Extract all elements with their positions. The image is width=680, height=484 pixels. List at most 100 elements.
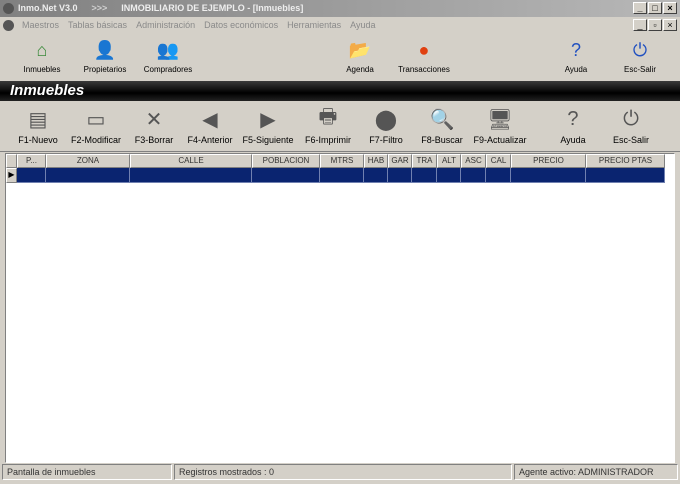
iconbar-propietarios-button[interactable]: 👤 Propietarios [83,38,127,75]
iconbar-esc-salir-button[interactable]: ⏻ Esc-Salir [623,38,657,75]
table-cell[interactable] [17,168,46,183]
table-cell[interactable] [252,168,320,183]
owner-icon: 👤 [93,39,117,60]
toolbar-label: F7-Filtro [369,135,403,145]
close-button[interactable]: × [663,2,677,14]
iconbar-label: Esc-Salir [623,65,657,74]
iconbar-ayuda-button[interactable]: ? Ayuda [564,38,588,75]
toolbar-label: F9-Actualizar [473,135,527,145]
toolbar-f4-anterior-button[interactable]: ◀ F4-Anterior [187,107,233,146]
table-row[interactable]: ▶ [6,168,665,183]
table-cell[interactable] [364,168,388,183]
iconbar-label: Ayuda [564,65,588,74]
help-icon: ? [567,107,579,130]
table-cell[interactable] [388,168,412,183]
column-header-gar[interactable]: GAR [388,154,412,168]
column-header-asc[interactable]: ASC [461,154,486,168]
action-toolbar: ▤ F1-Nuevo ▭ F2-Modificar ✕ F3-Borrar ◀ F4-Ante… [0,101,680,152]
table-cell[interactable] [320,168,364,183]
toolbar-f8-buscar-button[interactable]: 🔍 F8-Buscar [421,107,463,146]
section-title: Inmuebles [0,81,680,101]
menu-tablas-basicas[interactable]: Tablas básicas [68,17,127,34]
column-header-hab[interactable]: HAB [364,154,388,168]
row-indicator-icon: ▶ [6,168,17,183]
status-records: Registros mostrados : 0 [174,464,512,480]
menu-administracion[interactable]: Administración [136,17,195,34]
column-header-calle[interactable]: CALLE [130,154,252,168]
table-cell[interactable] [412,168,437,183]
power-icon: ⏻ [632,39,648,60]
toolbar-ayuda-button[interactable]: ? Ayuda [560,107,586,146]
iconbar-inmuebles-button[interactable]: ⌂ Inmuebles [23,38,61,75]
table-cell[interactable] [130,168,252,183]
properties-grid[interactable]: P... ZONA CALLE POBLACION MTRS HAB GAR TRA ALT AS… [5,153,675,463]
menu-maestros[interactable]: Maestros [22,17,59,34]
toolbar-f9-actualizar-button[interactable]: 🖥 F9-Actualizar [473,107,527,146]
status-agent: Agente activo: ADMINISTRADOR [514,464,678,480]
toolbar-label: F8-Buscar [421,135,463,145]
table-cell[interactable] [486,168,511,183]
app-icon [3,3,14,14]
buyers-icon: 👥 [156,39,180,60]
toolbar-f2-modificar-button[interactable]: ▭ F2-Modificar [70,107,122,146]
toolbar-esc-salir-button[interactable]: ⏻ Esc-Salir [612,107,650,146]
child-close-button[interactable]: × [663,19,677,31]
toolbar-label: Ayuda [560,135,586,145]
header-corner [6,154,17,168]
transactions-icon: ● [418,39,430,60]
table-cell[interactable] [511,168,586,183]
status-screen: Pantalla de inmuebles [2,464,172,480]
iconbar-label: Inmuebles [23,65,61,74]
table-cell[interactable] [46,168,130,183]
child-minimize-button[interactable]: _ [633,19,647,31]
next-icon: ▶ [260,108,276,131]
column-header-mtrs[interactable]: MTRS [320,154,364,168]
grid-header: P... ZONA CALLE POBLACION MTRS HAB GAR TRA ALT AS… [6,154,665,168]
column-header-alt[interactable]: ALT [437,154,461,168]
toolbar-f6-imprimir-button[interactable]: 🖶 F6-Imprimir [305,106,351,145]
table-cell[interactable] [437,168,461,183]
column-header-precio[interactable]: PRECIO [511,154,586,168]
iconbar-label: Compradores [143,65,193,74]
column-header-cal[interactable]: CAL [486,154,511,168]
iconbar-transacciones-button[interactable]: ● Transacciones [398,38,450,75]
title-separator: >>> [91,3,108,13]
menu-herramientas[interactable]: Herramientas [287,17,341,34]
new-icon: ▤ [28,108,48,131]
printer-icon: 🖶 [318,106,338,128]
toolbar-label: F1-Nuevo [18,135,58,145]
toolbar-label: F5-Siguiente [242,135,294,145]
toolbar-label: Esc-Salir [612,135,650,145]
house-icon: ⌂ [36,39,48,60]
child-restore-button[interactable]: ▫ [648,19,662,31]
filter-icon: ⬤ [374,108,398,131]
menu-ayuda[interactable]: Ayuda [350,17,375,34]
status-bar: Pantalla de inmuebles Registros mostrado… [0,464,680,482]
column-header-precio-ptas[interactable]: PRECIO PTAS [586,154,665,168]
column-header-p[interactable]: P... [17,154,46,168]
minimize-button[interactable]: _ [633,2,647,14]
toolbar-f3-borrar-button[interactable]: ✕ F3-Borrar [134,107,174,146]
toolbar-label: F4-Anterior [187,135,233,145]
window-title: INMOBILIARIO DE EJEMPLO - [Inmuebles] [121,3,304,13]
iconbar-label: Propietarios [83,65,127,74]
toolbar-label: F2-Modificar [70,135,122,145]
folder-icon: 📂 [348,39,372,60]
menu-datos-economicos[interactable]: Datos económicos [204,17,278,34]
maximize-button[interactable]: □ [648,2,662,14]
column-header-tra[interactable]: TRA [412,154,437,168]
iconbar-agenda-button[interactable]: 📂 Agenda [346,38,374,75]
column-header-zona[interactable]: ZONA [46,154,130,168]
column-header-poblacion[interactable]: POBLACION [252,154,320,168]
toolbar-f7-filtro-button[interactable]: ⬤ F7-Filtro [369,107,403,146]
table-cell[interactable] [586,168,665,183]
menu-bar: Maestros Tablas básicas Administración D… [0,17,680,34]
toolbar-label: F3-Borrar [134,135,174,145]
refresh-icon: 🖥 [487,108,513,131]
table-cell[interactable] [461,168,486,183]
toolbar-f5-siguiente-button[interactable]: ▶ F5-Siguiente [242,107,294,146]
toolbar-f1-nuevo-button[interactable]: ▤ F1-Nuevo [18,107,58,146]
iconbar-compradores-button[interactable]: 👥 Compradores [143,38,193,75]
help-icon: ? [570,39,581,60]
child-window-icon [3,20,14,31]
